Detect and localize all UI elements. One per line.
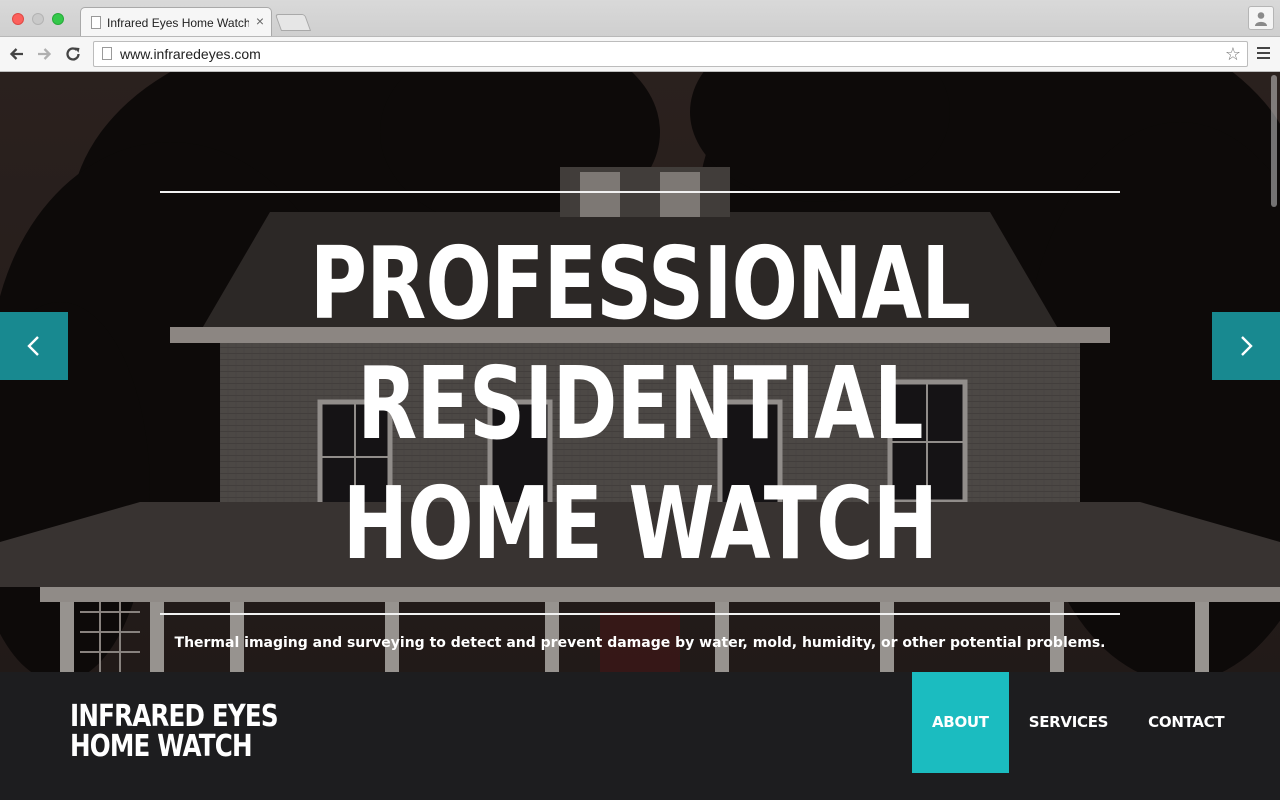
address-bar[interactable]: www.infraredeyes.com ☆ [93, 41, 1248, 67]
new-tab-button[interactable] [274, 14, 312, 31]
site-navbar: INFRARED EYES HOME WATCH ABOUT SERVICES … [0, 672, 1280, 800]
hero-tagline: Thermal imaging and surveying to detect … [174, 635, 1106, 651]
window-minimize-button[interactable] [32, 13, 44, 25]
profile-button[interactable] [1248, 6, 1274, 30]
nav-about-link[interactable]: ABOUT [912, 672, 1009, 773]
logo-line: INFRARED EYES [70, 699, 279, 734]
back-arrow-icon[interactable] [7, 44, 27, 64]
browser-toolbar: www.infraredeyes.com ☆ [0, 37, 1280, 72]
window-zoom-button[interactable] [52, 13, 64, 25]
divider-top [160, 191, 1120, 193]
page-viewport: PROFESSIONAL RESIDENTIAL HOME WATCH Ther… [0, 72, 1280, 800]
headline-line: PROFESSIONAL [309, 225, 971, 342]
bookmark-star-icon[interactable]: ☆ [1225, 44, 1241, 64]
forward-arrow-icon[interactable] [34, 44, 54, 64]
logo-line: HOME WATCH [70, 729, 253, 764]
reload-icon[interactable] [63, 44, 83, 64]
hero-headline: PROFESSIONAL RESIDENTIAL HOME WATCH [160, 224, 1120, 584]
headline-line: HOME WATCH [342, 465, 938, 582]
chevron-right-icon [1241, 336, 1253, 356]
main-nav: ABOUT SERVICES CONTACT [912, 672, 1244, 773]
slider-prev-button[interactable] [0, 312, 68, 380]
window-close-button[interactable] [12, 13, 24, 25]
headline-line: RESIDENTIAL [357, 345, 923, 462]
hero-slider: PROFESSIONAL RESIDENTIAL HOME WATCH Ther… [0, 72, 1280, 672]
tab-title: Infrared Eyes Home Watch [107, 16, 249, 30]
divider-bottom [160, 613, 1120, 615]
url-text[interactable]: www.infraredeyes.com [120, 46, 261, 62]
nav-services-link[interactable]: SERVICES [1009, 672, 1128, 773]
browser-tab[interactable]: Infrared Eyes Home Watch × [80, 7, 272, 36]
browser-tab-bar: Infrared Eyes Home Watch × [0, 0, 1280, 37]
hamburger-menu-icon[interactable] [1257, 47, 1270, 62]
nav-contact-link[interactable]: CONTACT [1128, 672, 1244, 773]
site-logo[interactable]: INFRARED EYES HOME WATCH [70, 702, 323, 762]
chevron-left-icon [27, 336, 39, 356]
tab-close-icon[interactable]: × [256, 14, 264, 28]
scrollbar-thumb[interactable] [1271, 75, 1277, 207]
page-icon [91, 16, 101, 29]
page-scrollbar[interactable] [1268, 72, 1280, 672]
person-icon [1255, 12, 1267, 26]
page-icon [102, 47, 112, 60]
